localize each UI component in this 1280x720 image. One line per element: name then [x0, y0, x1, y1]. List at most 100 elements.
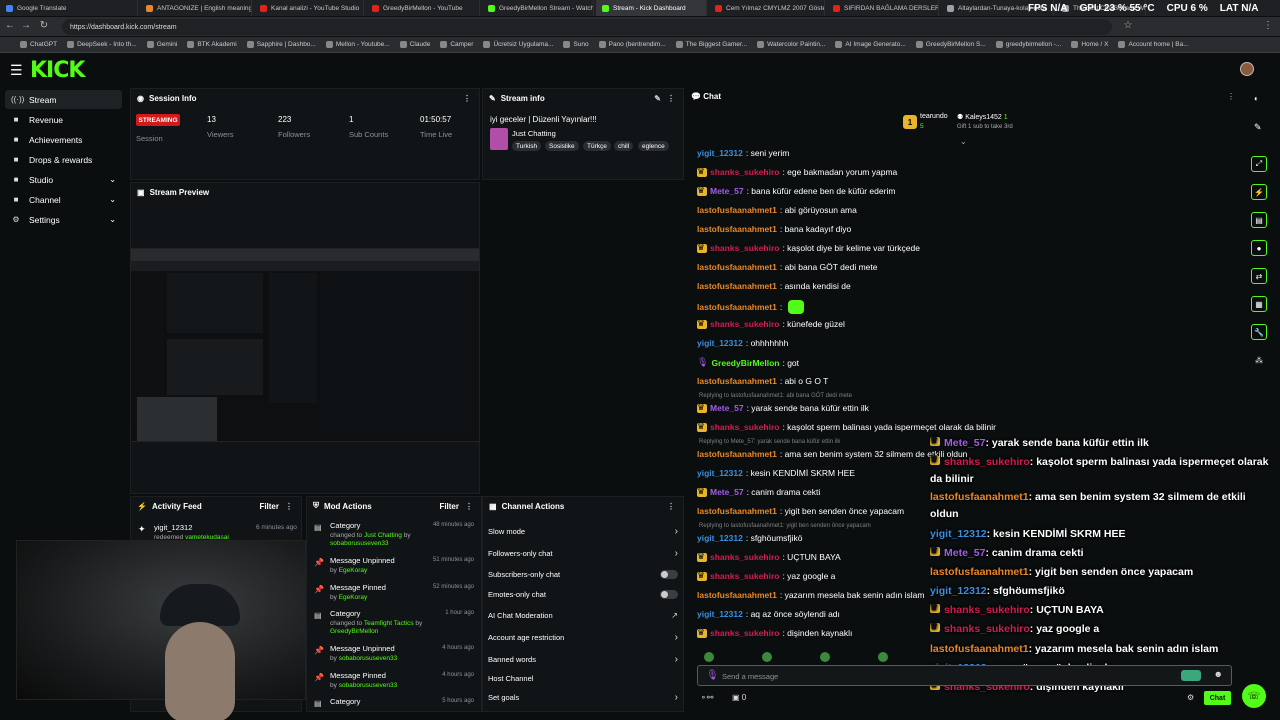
activity-user[interactable]: yigit_12312	[154, 523, 192, 532]
stream-info-menu-icon[interactable]: ⋮	[667, 94, 675, 103]
browser-tab[interactable]: Google Translate	[0, 0, 138, 16]
chat-username[interactable]: yigit_12312	[697, 533, 743, 543]
tag-pill[interactable]: Türkçe	[583, 141, 611, 151]
mic-icon[interactable]: 🎙	[706, 670, 719, 681]
mod-action-user[interactable]: GreedyBirMellon	[330, 628, 378, 635]
bookmark-item[interactable]: ChatGPT	[20, 41, 57, 48]
channel-action-host-channel[interactable]: Host Channel	[488, 671, 680, 685]
bookmark-item[interactable]: Gemini	[146, 41, 177, 48]
lightning-icon[interactable]: ⚡	[1251, 184, 1267, 200]
bookmark-item[interactable]: Account home | Ba...	[1118, 41, 1189, 48]
chat-username[interactable]: yigit_12312	[697, 338, 743, 348]
bookmark-item[interactable]: Ücretsiz Uygulama...	[483, 41, 553, 48]
expand-icon[interactable]: ⤢	[1251, 156, 1267, 172]
reload-icon[interactable]: ↻	[38, 20, 50, 32]
forward-icon[interactable]: →	[20, 20, 32, 32]
bookmark-item[interactable]: Pano (bentrendim...	[598, 41, 666, 48]
kick-logo[interactable]: KICK	[30, 58, 85, 83]
toggle-switch[interactable]	[660, 589, 678, 599]
chat-username[interactable]: lastofusfaanahmet1	[697, 262, 777, 272]
bookmark-item[interactable]: Camper	[440, 41, 473, 48]
channel-action-banned-words[interactable]: Banned words ›	[488, 652, 680, 666]
channel-action-followers-only-chat[interactable]: Followers-only chat ›	[488, 546, 680, 560]
channel-actions-menu-icon[interactable]: ⋮	[667, 502, 675, 511]
link-icon[interactable]: ⚬⚯	[700, 693, 713, 702]
chat-settings-icon[interactable]: ⚙	[1187, 693, 1194, 702]
emoji-icon[interactable]: ☻	[1214, 669, 1223, 679]
toggle-switch[interactable]	[660, 569, 678, 579]
emote-icon[interactable]	[1181, 670, 1201, 681]
tag-pill[interactable]: eglence	[638, 141, 669, 151]
chat-username[interactable]: shanks_sukehiro	[710, 628, 779, 638]
chat-username[interactable]: yigit_12312	[697, 609, 743, 619]
collapse-icon[interactable]: ⌄	[960, 137, 967, 146]
chat-username[interactable]: shanks_sukehiro	[710, 552, 779, 562]
avatar[interactable]	[1240, 62, 1254, 76]
activity-filter-button[interactable]: Filter	[259, 502, 279, 511]
edit-icon[interactable]: ✎	[654, 94, 661, 103]
channel-action-subscribers-only-chat[interactable]: Subscribers-only chat	[488, 567, 680, 581]
chat-username[interactable]: shanks_sukehiro	[710, 422, 779, 432]
support-icon[interactable]: ☏	[1242, 684, 1266, 708]
wrench-icon[interactable]: 🔧	[1251, 324, 1267, 340]
sidebar-item-stream[interactable]: ((·)) Stream	[5, 90, 122, 109]
top-gifter-name[interactable]: tearundo	[920, 113, 948, 120]
session-menu-icon[interactable]: ⋮	[463, 94, 471, 103]
bookmark-item[interactable]: GreedyBirMellon S...	[915, 41, 986, 48]
browser-tab[interactable]: GreedyBirMellon - YouTube	[366, 0, 480, 16]
bookmark-item[interactable]: BTK Akademi	[187, 41, 237, 48]
channel-action-slow-mode[interactable]: Slow mode ›	[488, 524, 680, 538]
chat-username[interactable]: lastofusfaanahmet1	[697, 376, 777, 386]
bookmark-item[interactable]: AI Image Generato...	[835, 41, 906, 48]
bookmark-item[interactable]: Mellon - Youtube...	[325, 41, 390, 48]
bookmark-item[interactable]: The Biggest Gamer...	[675, 41, 747, 48]
tag-pill[interactable]: Turkish	[512, 141, 542, 151]
theme-icon[interactable]: ◐	[1254, 94, 1259, 103]
mod-filter-button[interactable]: Filter	[439, 502, 459, 511]
chat-username[interactable]: lastofusfaanahmet1	[697, 449, 777, 459]
browser-tab[interactable]: Cem Yılmaz CMYLMZ 2007 Gösteri	[709, 0, 825, 16]
browser-tab[interactable]: SIFIRDAN BAĞLAMA DERSLERİ	[827, 0, 939, 16]
activity-menu-icon[interactable]: ⋮	[285, 502, 293, 511]
chat-username[interactable]: yigit_12312	[697, 468, 743, 478]
channel-action-emotes-only-chat[interactable]: Emotes-only chat	[488, 587, 680, 601]
channel-action-set-goals[interactable]: Set goals ›	[488, 690, 680, 704]
sidebar-item-revenue[interactable]: ■ Revenue	[5, 110, 122, 129]
back-icon[interactable]: ←	[4, 20, 16, 32]
chat-username[interactable]: shanks_sukehiro	[710, 571, 779, 581]
chat-send-button[interactable]: Chat	[1204, 691, 1231, 705]
bookmark-item[interactable]: greedybirmellon -...	[995, 41, 1061, 48]
mod-action-user[interactable]: sobaborususeven33	[339, 682, 398, 689]
sidebar-item-settings[interactable]: ⚙ Settings ⌄	[5, 210, 122, 229]
chat-username[interactable]: lastofusfaanahmet1	[697, 590, 777, 600]
browser-tab[interactable]: Kanal analizi - YouTube Studio	[254, 0, 364, 16]
browser-tab[interactable]: ANTAGONIZE | English meaning	[140, 0, 252, 16]
mod-action-user[interactable]: EgeKoray	[339, 567, 368, 574]
bookmark-item[interactable]: Suno	[563, 41, 589, 48]
mod-action-user[interactable]: EgeKoray	[339, 594, 368, 601]
mod-action-user[interactable]: sobaborususeven33	[339, 655, 398, 662]
chat-username[interactable]: lastofusfaanahmet1	[697, 224, 777, 234]
browser-menu-icon[interactable]: ⋮	[1262, 20, 1274, 32]
chat-username[interactable]: lastofusfaanahmet1	[697, 281, 777, 291]
chat-username[interactable]: Mete_57	[710, 487, 744, 497]
sidebar-item-studio[interactable]: ■ Studio ⌄	[5, 170, 122, 189]
sidebar-item-achievements[interactable]: ■ Achievements	[5, 130, 122, 149]
bookmark-item[interactable]: Claude	[399, 41, 430, 48]
menu-icon[interactable]: ☰	[10, 62, 23, 79]
chat-username[interactable]: Mete_57	[710, 186, 744, 196]
address-bar[interactable]: https://dashboard.kick.com/stream	[62, 19, 1112, 35]
chat-username[interactable]: Mete_57	[710, 403, 744, 413]
second-gifter-name[interactable]: ⚉ Kaleys1452 1	[957, 113, 1008, 121]
browser-tab[interactable]: Stream - Kick Dashboard	[596, 0, 707, 16]
swap-icon[interactable]: ⇄	[1251, 268, 1267, 284]
bookmark-item[interactable]: Sapphire | Dashbo...	[246, 41, 316, 48]
chat-username[interactable]: yigit_12312	[697, 148, 743, 158]
tag-pill[interactable]: chill	[614, 141, 634, 151]
chat-username[interactable]: shanks_sukehiro	[710, 319, 779, 329]
sidebar-item-drops[interactable]: ■ Drops & rewards	[5, 150, 122, 169]
chat-username[interactable]: GreedyBirMellon	[711, 358, 779, 368]
chat-username[interactable]: lastofusfaanahmet1	[697, 506, 777, 516]
stream-preview-video[interactable]	[130, 248, 480, 442]
mod-menu-icon[interactable]: ⋮	[465, 502, 473, 511]
